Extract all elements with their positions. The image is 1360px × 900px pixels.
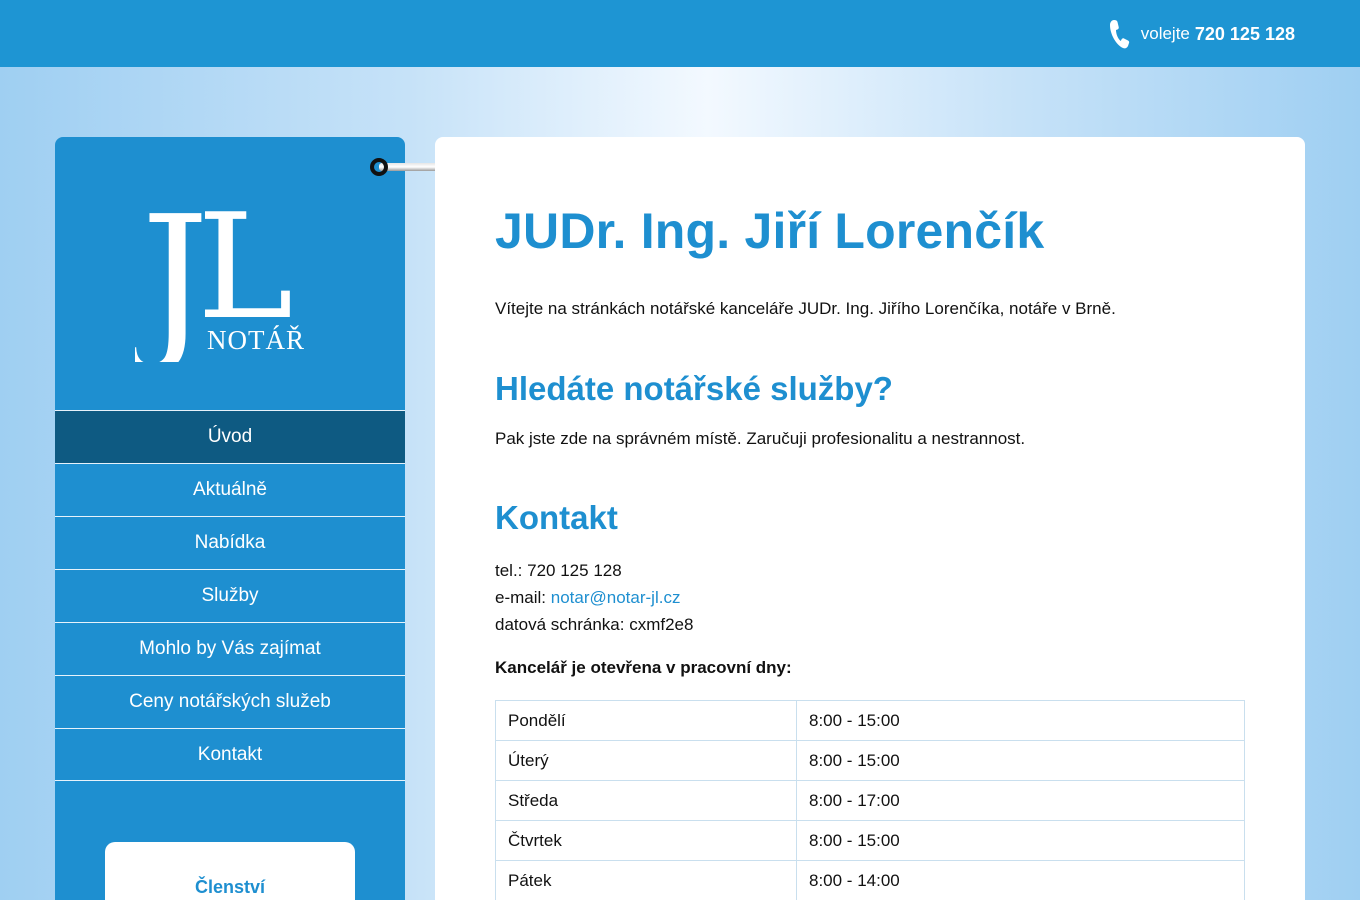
contact-info: tel.: 720 125 128 e-mail: notar@notar-jl…	[495, 557, 693, 638]
nav-item-label: Ceny notářských služeb	[129, 691, 331, 712]
membership-title: Členství	[194, 877, 266, 897]
contact-databox-line: datová schránka: cxmf2e8	[495, 611, 693, 638]
time-cell: 8:00 - 15:00	[796, 820, 1245, 861]
table-row: Čtvrtek 8:00 - 15:00	[495, 820, 1245, 861]
services-text: Pak jste zde na správném místě. Zaručuji…	[495, 429, 1026, 448]
time-cell: 8:00 - 15:00	[796, 740, 1245, 781]
main-content: JUDr. Ing. Jiří Lorenčík Vítejte na strá…	[435, 137, 1305, 900]
contact-email-link[interactable]: notar@notar-jl.cz	[551, 588, 681, 607]
nav-item-kontakt[interactable]: Kontakt	[55, 728, 405, 781]
nav-item-ceny[interactable]: Ceny notářských služeb	[55, 675, 405, 728]
header-phone[interactable]: volejte 720 125 128	[1107, 18, 1295, 50]
day-cell: Úterý	[495, 740, 797, 781]
intro-text: Vítejte na stránkách notářské kanceláře …	[495, 299, 1116, 318]
contact-email-label: e-mail:	[495, 588, 547, 607]
services-heading: Hledáte notářské služby?	[495, 370, 893, 407]
membership-box: Členství	[105, 842, 355, 900]
contact-heading: Kontakt	[495, 499, 618, 536]
nav-item-label: Nabídka	[194, 532, 266, 553]
top-bar: volejte 720 125 128	[0, 0, 1360, 67]
page-title: JUDr. Ing. Jiří Lorenčík	[495, 203, 1045, 259]
time-cell: 8:00 - 14:00	[796, 860, 1245, 900]
nav-item-label: Aktuálně	[193, 479, 267, 500]
day-cell: Středa	[495, 780, 797, 821]
nav-item-label: Úvod	[207, 426, 253, 447]
contact-databox: cxmf2e8	[629, 615, 694, 634]
contact-phone-label: tel.:	[495, 561, 523, 580]
nav-item-mohlo-by-vas-zajimat[interactable]: Mohlo by Vás zajímat	[55, 622, 405, 675]
nav-item-label: Služby	[201, 585, 259, 606]
contact-phone: 720 125 128	[527, 561, 622, 580]
office-hours-table: Pondělí 8:00 - 15:00 Úterý 8:00 - 15:00 …	[495, 700, 1245, 900]
phone-icon	[1109, 20, 1129, 49]
table-row: Pondělí 8:00 - 15:00	[495, 700, 1245, 741]
sidebar: J L NOTÁŘ Úvod Aktuálně Nabídka Služby M…	[55, 137, 405, 900]
table-row: Úterý 8:00 - 15:00	[495, 740, 1245, 781]
logo-subtitle: NOTÁŘ	[207, 325, 305, 355]
time-cell: 8:00 - 15:00	[796, 700, 1245, 741]
table-row: Pátek 8:00 - 14:00	[495, 860, 1245, 900]
day-cell: Pátek	[495, 860, 797, 900]
phone-number[interactable]: 720 125 128	[1195, 24, 1295, 45]
nav-item-label: Kontakt	[197, 743, 263, 765]
logo[interactable]: J L NOTÁŘ	[135, 192, 335, 362]
phone-prefix-text: volejte	[1140, 24, 1190, 43]
main-nav: Úvod Aktuálně Nabídka Služby Mohlo by Vá…	[55, 410, 405, 781]
table-row: Středa 8:00 - 17:00	[495, 780, 1245, 821]
day-cell: Pondělí	[495, 700, 797, 741]
contact-phone-line: tel.: 720 125 128	[495, 557, 693, 584]
nav-item-nabidka[interactable]: Nabídka	[55, 516, 405, 569]
nav-item-aktualne[interactable]: Aktuálně	[55, 463, 405, 516]
nav-item-uvod[interactable]: Úvod	[55, 410, 405, 463]
contact-databox-label: datová schránka:	[495, 615, 625, 634]
day-cell: Čtvrtek	[495, 820, 797, 861]
contact-email-line: e-mail: notar@notar-jl.cz	[495, 584, 693, 611]
nav-item-sluzby[interactable]: Služby	[55, 569, 405, 622]
office-hours-title: Kancelář je otevřena v pracovní dny:	[495, 658, 792, 677]
time-cell: 8:00 - 17:00	[796, 780, 1245, 821]
nav-item-label: Mohlo by Vás zajímat	[139, 638, 321, 659]
